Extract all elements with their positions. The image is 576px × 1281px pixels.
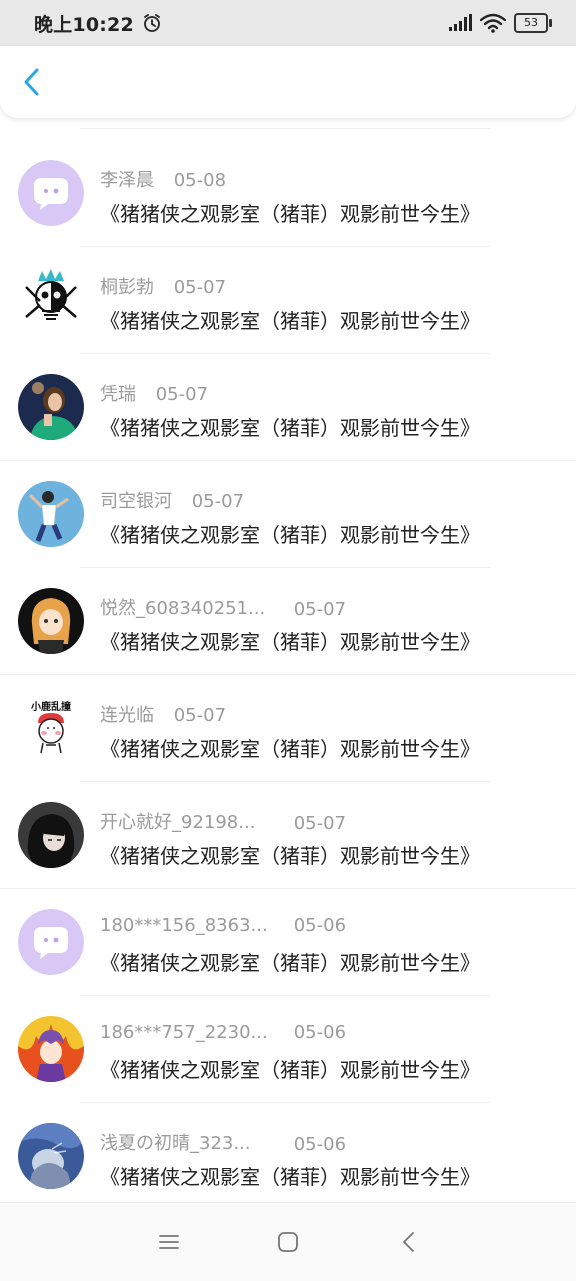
list-item[interactable]: 悦然_608340251... 05-07 《猪猪侠之观影室（猪菲）观影前世今生… xyxy=(0,568,576,675)
avatar[interactable] xyxy=(18,160,84,226)
avatar[interactable]: 小鹿乱撞 xyxy=(18,695,84,761)
item-title: 《猪猪侠之观影室（猪菲）观影前世今生》 xyxy=(100,309,480,333)
anime-girl-avatar-icon xyxy=(18,588,84,654)
user-name: 浅夏の初晴_323... xyxy=(100,1133,251,1154)
menu-icon xyxy=(159,1235,179,1249)
dancer-photo-avatar-icon xyxy=(18,481,84,547)
user-name: 桐彭勃 xyxy=(100,277,154,298)
user-name: 李泽晨 xyxy=(100,170,154,191)
item-date: 05-06 xyxy=(293,1022,347,1043)
status-time: 晚上10:22 xyxy=(34,13,134,36)
item-title: 《猪猪侠之观影室（猪菲）观影前世今生》 xyxy=(100,1058,480,1082)
user-name: 180***156_8363... xyxy=(100,915,268,936)
deer-sticker-avatar-icon: 小鹿乱撞 xyxy=(18,695,84,761)
reader-list: 李泽晨 05-08 《猪猪侠之观影室（猪菲）观影前世今生》 桐彭勃 05-07 … xyxy=(0,118,576,1202)
list-item[interactable]: 180***156_8363... 05-06 《猪猪侠之观影室（猪菲）观影前世… xyxy=(0,889,576,996)
skull-cartoon-avatar-icon xyxy=(18,267,84,333)
avatar[interactable] xyxy=(18,267,84,333)
item-date: 05-07 xyxy=(191,491,245,512)
item-date: 05-07 xyxy=(173,705,227,726)
top-app-bar xyxy=(0,46,576,118)
avatar[interactable] xyxy=(18,909,84,975)
chevron-left-icon xyxy=(24,68,39,96)
list-item[interactable]: 司空银河 05-07 《猪猪侠之观影室（猪菲）观影前世今生》 xyxy=(0,461,576,568)
user-name: 186***757_2230... xyxy=(100,1022,268,1043)
system-nav-bar xyxy=(0,1202,576,1281)
avatar[interactable] xyxy=(18,374,84,440)
item-date: 05-08 xyxy=(173,170,227,191)
list-item[interactable]: 186***757_2230... 05-06 《猪猪侠之观影室（猪菲）观影前世… xyxy=(0,996,576,1103)
back-button[interactable] xyxy=(14,64,50,100)
item-title: 《猪猪侠之观影室（猪菲）观影前世今生》 xyxy=(100,523,480,547)
avatar[interactable] xyxy=(18,481,84,547)
item-date: 05-07 xyxy=(155,384,209,405)
girl-photo-avatar-icon xyxy=(18,374,84,440)
user-name: 司空银河 xyxy=(100,491,172,512)
sticker-text: 小鹿乱撞 xyxy=(30,700,71,713)
item-title: 《猪猪侠之观影室（猪菲）观影前世今生》 xyxy=(100,202,480,226)
user-name: 悦然_608340251... xyxy=(100,598,266,619)
user-name: 凭瑞 xyxy=(100,384,136,405)
chat-bubble-avatar-icon xyxy=(18,909,84,975)
home-square-icon xyxy=(278,1232,298,1252)
list-item[interactable]: 凭瑞 05-07 《猪猪侠之观影室（猪菲）观影前世今生》 xyxy=(0,354,576,461)
wifi-icon xyxy=(479,13,507,33)
home-button[interactable] xyxy=(273,1227,303,1257)
list-item[interactable]: 浅夏の初晴_323... 05-06 《猪猪侠之观影室（猪菲）观影前世今生》 xyxy=(0,1103,576,1202)
list-divider xyxy=(80,128,490,129)
anime-flame-avatar-icon xyxy=(18,1016,84,1082)
item-date: 05-06 xyxy=(293,1134,347,1155)
item-title: 《猪猪侠之观影室（猪菲）观影前世今生》 xyxy=(100,416,480,440)
chat-bubble-avatar-icon xyxy=(18,160,84,226)
item-date: 05-06 xyxy=(293,915,347,936)
list-item[interactable]: 小鹿乱撞 连光临 05-07 《猪猪侠之观影室（猪菲）观影前世今生》 xyxy=(0,675,576,782)
item-title: 《猪猪侠之观影室（猪菲）观影前世今生》 xyxy=(100,630,480,654)
user-name: 开心就好_92198... xyxy=(100,812,256,833)
item-date: 05-07 xyxy=(293,599,347,620)
item-date: 05-07 xyxy=(293,813,347,834)
avatar[interactable] xyxy=(18,588,84,654)
alarm-icon xyxy=(142,13,162,33)
back-triangle-icon xyxy=(403,1232,414,1252)
user-name: 连光临 xyxy=(100,705,154,726)
dark-anime-avatar-icon xyxy=(18,802,84,868)
signal-icon xyxy=(448,14,472,32)
item-title: 《猪猪侠之观影室（猪菲）观影前世今生》 xyxy=(100,737,480,761)
avatar[interactable] xyxy=(18,1016,84,1082)
blue-art-avatar-icon xyxy=(18,1123,84,1189)
avatar[interactable] xyxy=(18,802,84,868)
status-bar: 晚上10:22 53 xyxy=(0,0,576,46)
menu-button[interactable] xyxy=(154,1227,184,1257)
battery-indicator: 53 xyxy=(514,13,552,33)
list-item[interactable]: 开心就好_92198... 05-07 《猪猪侠之观影室（猪菲）观影前世今生》 xyxy=(0,782,576,889)
item-date: 05-07 xyxy=(173,277,227,298)
list-item[interactable]: 李泽晨 05-08 《猪猪侠之观影室（猪菲）观影前世今生》 xyxy=(0,140,576,247)
item-title: 《猪猪侠之观影室（猪菲）观影前世今生》 xyxy=(100,1165,480,1189)
nav-back-button[interactable] xyxy=(394,1227,424,1257)
item-title: 《猪猪侠之观影室（猪菲）观影前世今生》 xyxy=(100,951,480,975)
avatar[interactable] xyxy=(18,1123,84,1189)
item-title: 《猪猪侠之观影室（猪菲）观影前世今生》 xyxy=(100,844,480,868)
list-item[interactable]: 桐彭勃 05-07 《猪猪侠之观影室（猪菲）观影前世今生》 xyxy=(0,247,576,354)
